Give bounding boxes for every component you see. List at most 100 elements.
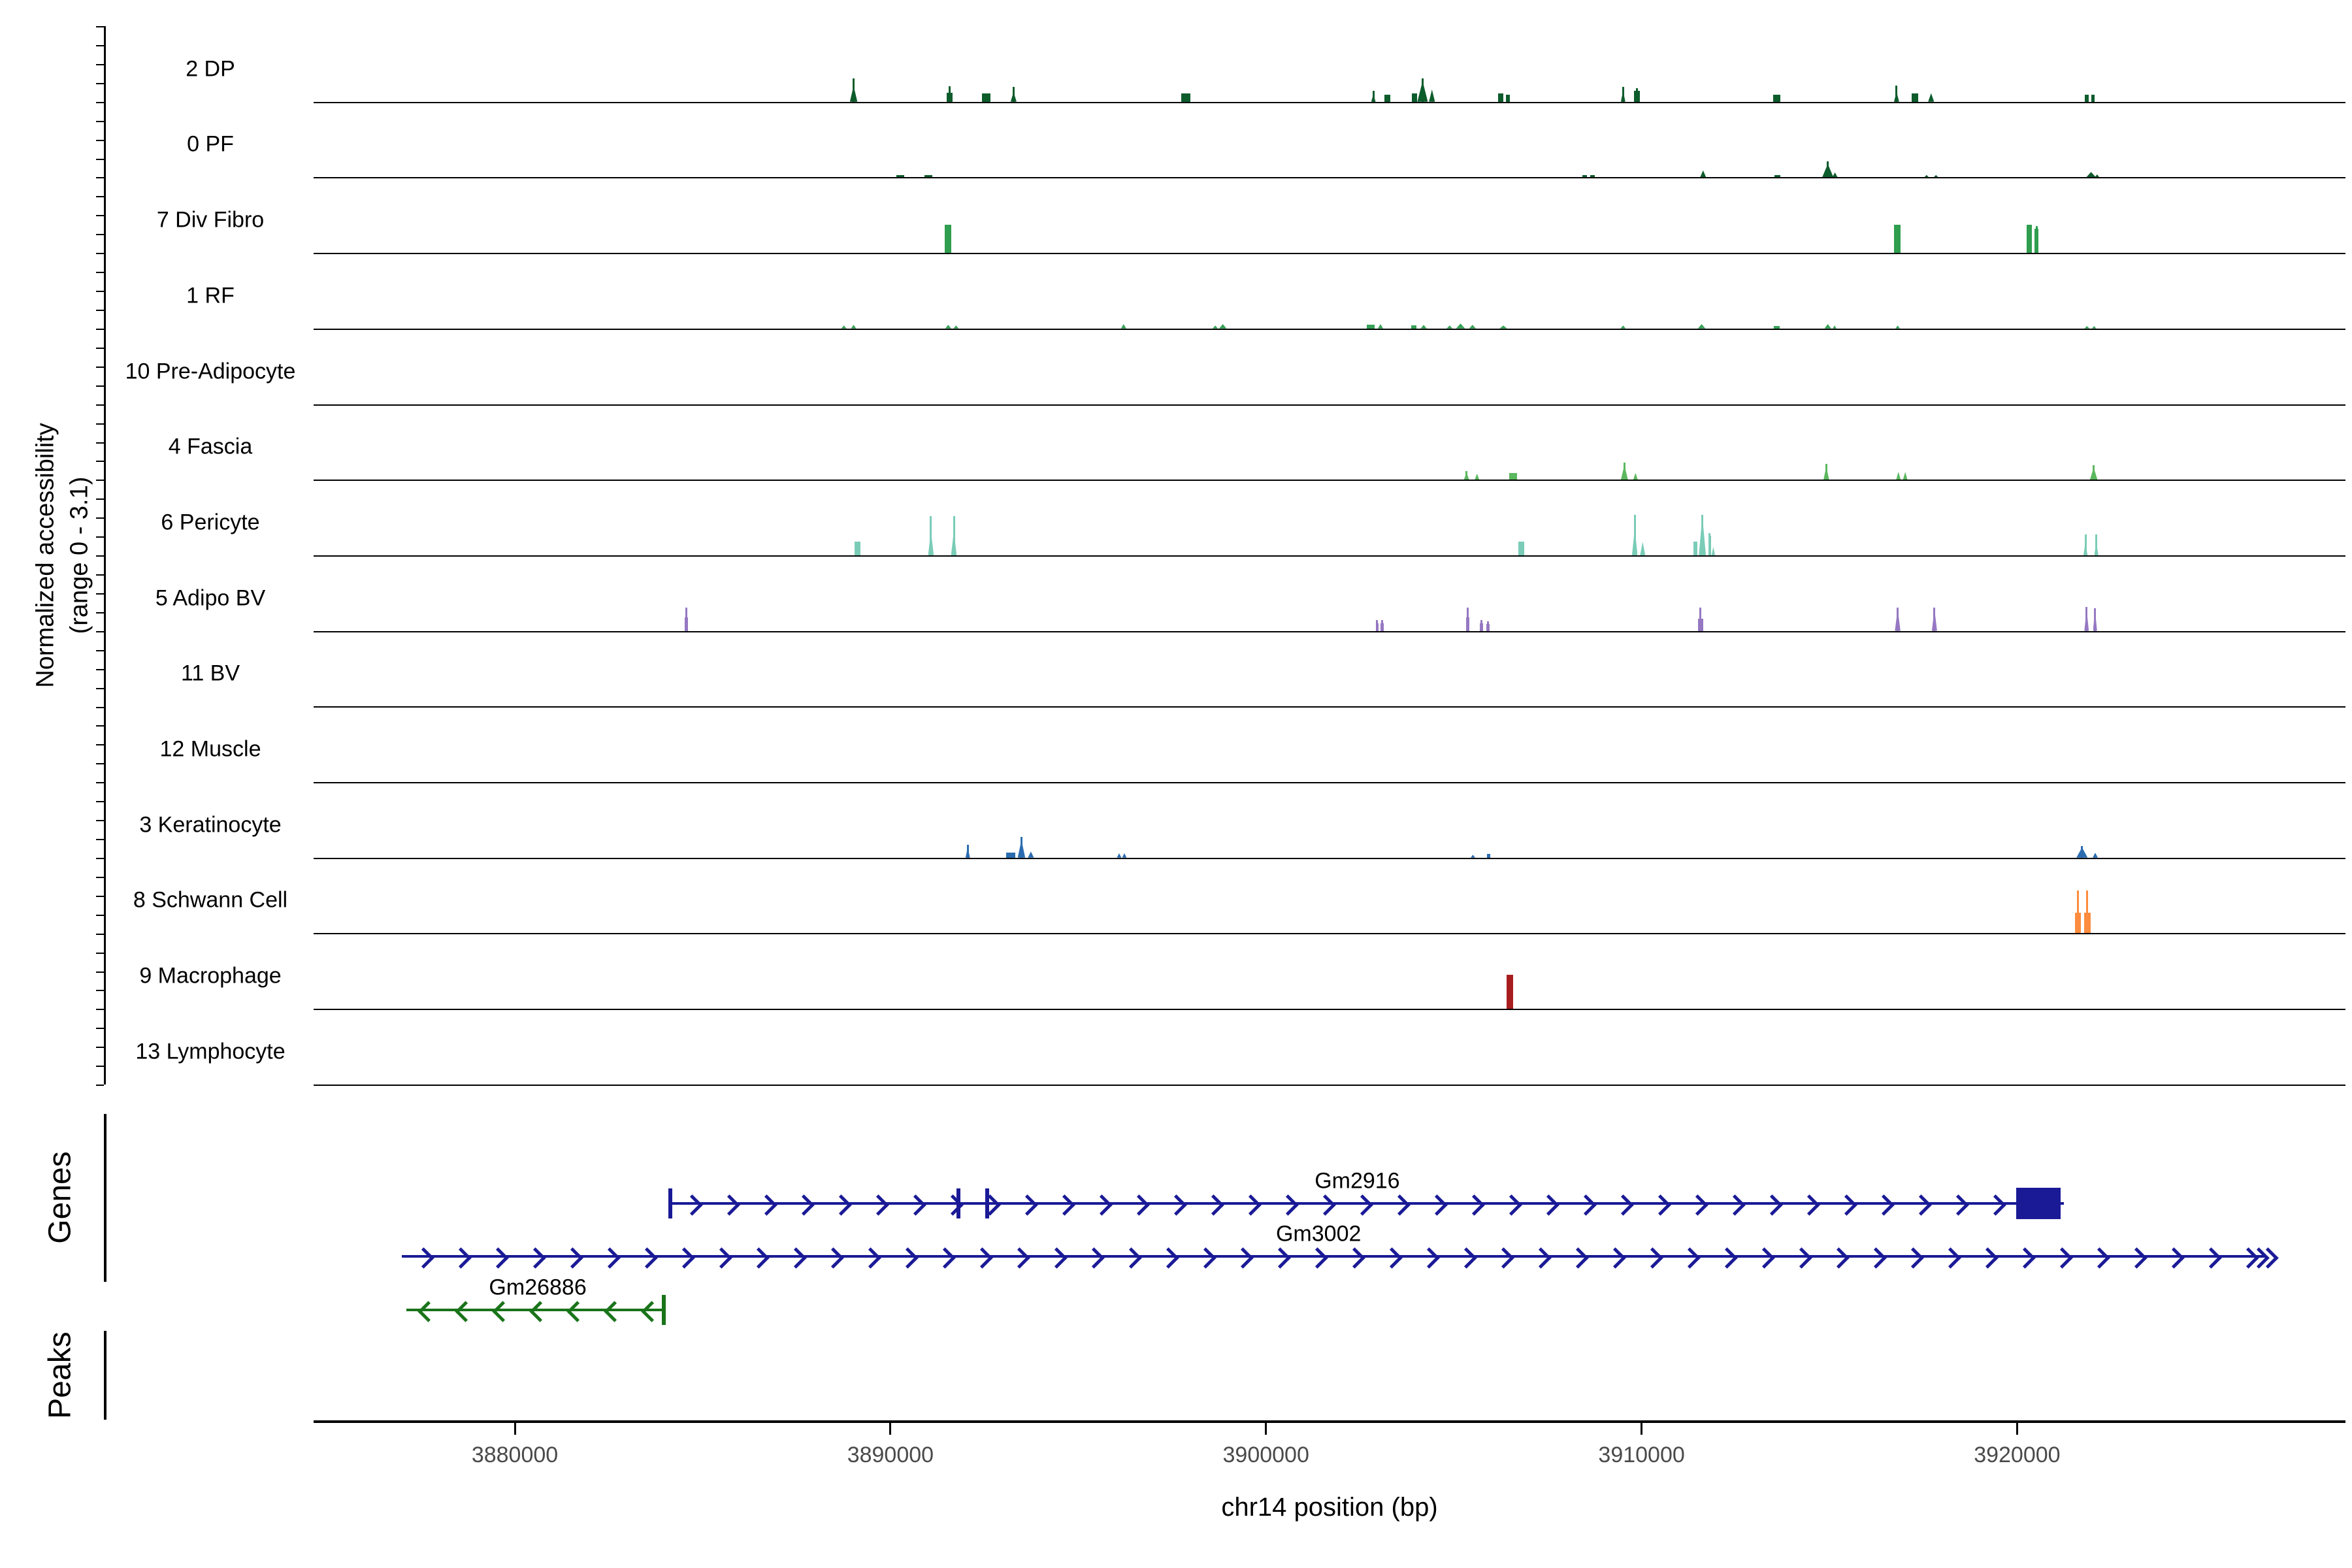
strand-arrow-icon (1687, 1194, 1708, 1216)
axis-tick (96, 159, 104, 160)
strand-arrow-icon (860, 1247, 882, 1269)
coverage-peak (924, 175, 932, 178)
coverage-peak-tip (967, 845, 969, 857)
strand-arrow-icon (1642, 1247, 1664, 1269)
axis-tick (96, 442, 104, 444)
strand-arrow-icon (1389, 1194, 1411, 1216)
strand-arrow-icon (1315, 1194, 1336, 1216)
track-baseline (314, 102, 2345, 103)
axis-tick (96, 423, 104, 425)
coverage-peak-tip (1021, 837, 1022, 857)
strand-arrow-icon (567, 1301, 589, 1322)
strand-arrow-icon (1121, 1247, 1143, 1269)
strand-arrow-icon (637, 1247, 659, 1269)
coverage-peak (1121, 324, 1126, 329)
coverage-peak (945, 225, 951, 253)
gene-exon (662, 1295, 666, 1325)
x-tick (2016, 1423, 2018, 1435)
strand-arrow-icon (1166, 1194, 1187, 1216)
coverage-peak (1774, 175, 1780, 178)
axis-tick (96, 707, 104, 708)
coverage-peak (1487, 854, 1491, 858)
coverage-peak (1698, 324, 1706, 329)
x-tick-label: 3920000 (1974, 1443, 2060, 1468)
track-label: 8 Schwann Cell (133, 888, 287, 913)
axis-tick (96, 972, 104, 973)
strand-arrow-icon (2201, 1247, 2223, 1269)
track-label: 13 Lymphocyte (135, 1039, 285, 1064)
axis-tick (96, 140, 104, 141)
coverage-plot-figure: Normalized accessibility (range 0 - 3.1)… (0, 0, 2352, 1568)
strand-arrow-icon (493, 1301, 514, 1322)
coverage-peak (1499, 325, 1507, 329)
coverage-peak (2092, 326, 2097, 329)
strand-arrow-icon (681, 1194, 703, 1216)
x-axis-line (314, 1420, 2345, 1423)
track-label: 3 Keratinocyte (139, 812, 281, 838)
coverage-peak-tip (2081, 846, 2083, 858)
coverage-peak (1774, 326, 1780, 329)
strand-arrow-icon (488, 1247, 510, 1269)
coverage-peak (1633, 473, 1638, 480)
accessibility-axis-line (104, 26, 106, 1085)
strand-arrow-icon (1203, 1194, 1224, 1216)
coverage-peak (1412, 93, 1417, 102)
coverage-peak (953, 325, 958, 329)
coverage-peak (1507, 975, 1513, 1009)
axis-tick (96, 215, 104, 216)
coverage-peak (896, 175, 904, 177)
axis-tick (96, 877, 104, 878)
coverage-peak-tip (1373, 91, 1375, 102)
axis-tick (96, 574, 104, 576)
track-baseline (314, 480, 2345, 481)
strand-arrow-icon (1091, 1194, 1113, 1216)
x-axis-title: chr14 position (bp) (1221, 1493, 1437, 1522)
coverage-peak (2027, 225, 2032, 253)
track-baseline (314, 404, 2345, 406)
track-baseline (314, 253, 2345, 254)
strand-arrow-icon (1680, 1247, 1701, 1269)
coverage-peak (1378, 324, 1383, 329)
axis-tick (96, 348, 104, 349)
coverage-peak-tip (1624, 463, 1625, 480)
strand-arrow-icon (2164, 1247, 2185, 1269)
strand-arrow-icon (1456, 1247, 1478, 1269)
track-label: 5 Adipo BV (155, 585, 265, 611)
strand-arrow-icon (1054, 1194, 1075, 1216)
track-label: 1 RF (186, 283, 235, 308)
axis-tick (96, 782, 104, 783)
axis-tick (96, 26, 104, 27)
coverage-peak-tip (1708, 533, 1710, 555)
axis-tick (96, 896, 104, 897)
axis-tick (96, 480, 104, 481)
coverage-peak (2091, 95, 2095, 102)
track-baseline (314, 329, 2345, 330)
axis-tick (96, 839, 104, 840)
strand-arrow-icon (1538, 1194, 1560, 1216)
track-baseline (314, 1085, 2345, 1086)
coverage-peak (1506, 95, 1511, 102)
strand-arrow-icon (1724, 1194, 1746, 1216)
axis-tick (96, 121, 104, 122)
axis-tick (96, 498, 104, 500)
coverage-peak (1518, 542, 1524, 555)
strand-arrow-icon (823, 1247, 845, 1269)
axis-tick (96, 253, 104, 254)
coverage-peak (982, 93, 991, 102)
strand-arrow-icon (1873, 1194, 1895, 1216)
coverage-peak (1903, 472, 1908, 480)
strand-arrow-icon (1866, 1247, 1887, 1269)
track-baseline (314, 631, 2345, 632)
track-baseline (314, 933, 2345, 934)
y-axis-label-line1: Normalized accessibility (32, 423, 60, 687)
axis-tick (96, 291, 104, 292)
coverage-peak (1700, 171, 1706, 178)
gene-name-label: Gm26886 (489, 1275, 586, 1301)
axis-tick (96, 310, 104, 311)
coverage-peak (1006, 853, 1015, 858)
coverage-peak (1411, 325, 1416, 329)
axis-tick (96, 64, 104, 65)
strand-arrow-icon (1494, 1247, 1515, 1269)
strand-arrow-icon (935, 1247, 956, 1269)
coverage-peak-tip (1895, 86, 1897, 101)
